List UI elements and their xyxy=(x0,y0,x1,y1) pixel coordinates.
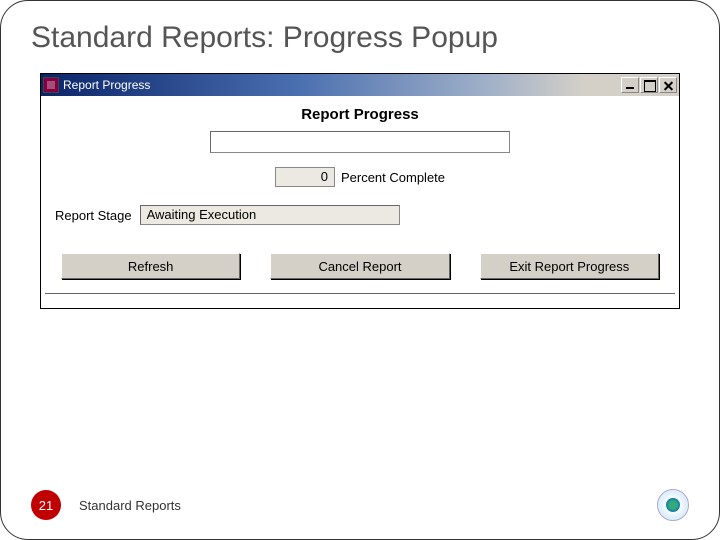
window-controls xyxy=(621,77,677,93)
app-icon xyxy=(43,77,59,93)
content-panel: Report Progress 0 Percent Complete Repor… xyxy=(45,106,675,294)
percent-row: 0 Percent Complete xyxy=(45,167,675,187)
close-button[interactable] xyxy=(659,77,677,93)
report-progress-window: Report Progress Report Progress 0 Percen… xyxy=(40,73,680,309)
exit-button[interactable]: Exit Report Progress xyxy=(480,253,659,279)
dialog-header: Report Progress xyxy=(45,106,675,123)
stage-label: Report Stage xyxy=(55,208,132,223)
window-client-area: Report Progress 0 Percent Complete Repor… xyxy=(41,96,679,308)
slide-title: Standard Reports: Progress Popup xyxy=(31,21,689,55)
stage-value-field: Awaiting Execution xyxy=(140,205,400,225)
stage-row: Report Stage Awaiting Execution xyxy=(55,205,665,225)
window-titlebar[interactable]: Report Progress xyxy=(41,74,679,96)
percent-value-field: 0 xyxy=(275,167,335,187)
slide: Standard Reports: Progress Popup Report … xyxy=(0,0,720,540)
refresh-button[interactable]: Refresh xyxy=(61,253,240,279)
epa-logo-icon xyxy=(657,489,689,521)
percent-label: Percent Complete xyxy=(341,170,445,185)
footer-text: Standard Reports xyxy=(79,498,657,513)
cancel-report-button[interactable]: Cancel Report xyxy=(270,253,449,279)
maximize-button[interactable] xyxy=(640,77,658,93)
page-number-badge: 21 xyxy=(31,490,61,520)
minimize-button[interactable] xyxy=(621,77,639,93)
progress-bar xyxy=(210,131,510,153)
button-row: Refresh Cancel Report Exit Report Progre… xyxy=(45,253,675,279)
slide-footer: 21 Standard Reports xyxy=(31,489,689,521)
window-title: Report Progress xyxy=(63,78,621,92)
